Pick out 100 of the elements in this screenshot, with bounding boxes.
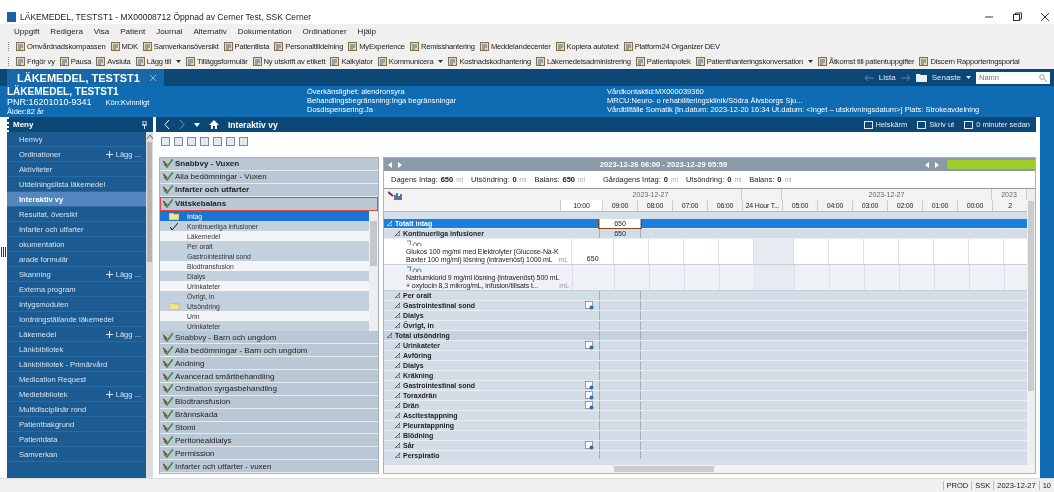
chart-tools-icon[interactable]	[388, 191, 402, 200]
grid-cell[interactable]	[599, 340, 641, 350]
plus-icon	[105, 330, 113, 338]
left-right-arrows-icon[interactable]	[388, 161, 402, 168]
grid-cell[interactable]	[599, 330, 641, 340]
plus-icon	[105, 270, 113, 278]
scrollbar-thumb[interactable]	[1028, 201, 1034, 391]
check-pencil-icon	[163, 345, 173, 355]
grid-cell[interactable]	[599, 420, 641, 430]
caret-icon[interactable]	[966, 76, 971, 79]
sheet-icon	[623, 42, 633, 51]
menu-item[interactable]: Journal	[156, 27, 183, 36]
sheet-icon	[818, 57, 828, 66]
scrollbar-thumb[interactable]	[370, 221, 377, 267]
caret-icon	[176, 60, 182, 63]
sheet-icon	[919, 57, 929, 66]
recent-dropdown[interactable]: Senaste	[931, 73, 961, 82]
patient-name: LÄKEMEDEL, TESTST1	[7, 86, 120, 97]
forward-arrow-icon[interactable]	[900, 73, 911, 82]
menu-item[interactable]: Redigera	[50, 27, 83, 36]
form-icon[interactable]	[585, 390, 594, 400]
sheet-icon	[274, 42, 284, 51]
menu-item[interactable]: Ordinationer	[302, 27, 347, 36]
infusion-icon	[406, 265, 422, 272]
grid-cell[interactable]	[599, 390, 641, 400]
section-band[interactable]: Avancerad smärtbehandling	[160, 370, 378, 383]
grid-cell[interactable]	[599, 430, 641, 440]
section-band[interactable]: Snabbvy - Barn och ungdom	[160, 331, 378, 345]
grid-cell[interactable]	[599, 350, 641, 360]
check-pencil-icon	[163, 410, 173, 420]
check-pencil-icon	[163, 185, 173, 195]
scrollbar-thumb[interactable]	[147, 142, 152, 262]
form-icon[interactable]	[585, 300, 594, 310]
restore-icon[interactable]	[1012, 11, 1022, 22]
check-pencil-icon	[163, 199, 173, 209]
check-pencil-icon	[163, 371, 173, 381]
grid-cell[interactable]	[599, 370, 641, 380]
form-icon[interactable]	[585, 380, 594, 390]
section-band[interactable]: Peritonealdialys	[160, 434, 378, 448]
grid-cell[interactable]	[599, 290, 641, 300]
sheet-icon	[16, 57, 25, 66]
grid-cell[interactable]	[599, 450, 641, 459]
sheet-icon	[252, 57, 262, 66]
grid-cell[interactable]	[599, 400, 641, 410]
grid-cell[interactable]	[599, 440, 641, 450]
sheet-icon	[695, 57, 705, 66]
sheet-icon	[330, 57, 340, 66]
scroll-up-icon[interactable]	[146, 135, 153, 139]
menu-item[interactable]: Visa	[93, 27, 110, 36]
grid-cell[interactable]	[599, 300, 641, 310]
menu-item[interactable]: Alternativ	[193, 27, 227, 36]
check-pencil-icon	[163, 448, 173, 458]
back-arrow-icon[interactable]	[863, 73, 874, 82]
check-pencil-icon	[163, 461, 173, 471]
pin-icon[interactable]	[142, 120, 147, 129]
sheet-icon	[536, 57, 545, 66]
plus-icon	[105, 390, 113, 398]
grid-cell[interactable]	[599, 360, 641, 370]
close-icon[interactable]	[1040, 11, 1050, 22]
left-right-arrows-icon[interactable]	[925, 161, 939, 168]
menu-item[interactable]: Hjälp	[357, 27, 376, 36]
scrollbar-thumb[interactable]	[614, 466, 714, 472]
check-icon	[169, 222, 178, 230]
forward-icon[interactable]	[179, 120, 185, 129]
section-band[interactable]: Permission	[160, 447, 378, 461]
grid-cell[interactable]	[599, 410, 641, 420]
sheet-icon	[110, 42, 120, 51]
sheet-icon	[59, 57, 69, 66]
window-title: LÄKEMEDEL, TESTST1 - MX00008712 Öppnad av Cerner Test, SSK Cerner	[20, 11, 312, 22]
action-icon	[964, 120, 974, 129]
section-band[interactable]: Infarter och utfarter - vuxen	[160, 460, 378, 474]
form-icon[interactable]	[585, 440, 594, 450]
sheet-icon	[555, 42, 565, 51]
sheet-icon	[223, 42, 233, 51]
grid-cell[interactable]	[599, 320, 641, 330]
list-link[interactable]: Lista	[878, 73, 896, 82]
sheet-icon	[142, 42, 152, 51]
home-icon[interactable]	[209, 120, 219, 129]
menu-item[interactable]: Dokumentation	[237, 27, 292, 36]
section-band[interactable]: Andning	[160, 357, 378, 371]
grid-cell[interactable]	[599, 310, 641, 320]
app-logo-icon	[7, 11, 16, 22]
form-icon[interactable]	[585, 400, 594, 410]
section-band[interactable]: Snabbvy - Vuxen	[160, 158, 378, 171]
menu-item[interactable]: Patient	[120, 27, 146, 36]
check-pencil-icon	[163, 384, 173, 394]
back-icon[interactable]	[164, 120, 170, 129]
sheet-icon	[135, 57, 145, 66]
patient-tab[interactable]: LÄKEMEDEL, TESTST1	[7, 69, 164, 86]
infusion-icon	[406, 239, 422, 246]
check-pencil-icon	[163, 397, 173, 407]
menu-item[interactable]: Uppgift	[14, 27, 40, 36]
sheet-icon	[479, 42, 489, 51]
caret-icon	[808, 60, 814, 63]
caret-icon[interactable]	[194, 122, 200, 127]
grid-cell[interactable]	[599, 380, 641, 390]
sheet-icon	[635, 57, 645, 66]
form-icon[interactable]	[585, 340, 594, 350]
check-pencil-icon	[163, 159, 173, 169]
section-band[interactable]: Alla bedömningar - Barn och ungdom	[160, 344, 378, 358]
